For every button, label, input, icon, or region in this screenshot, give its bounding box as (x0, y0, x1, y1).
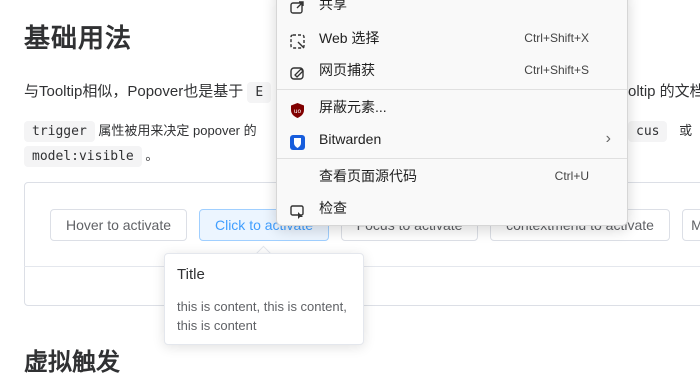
menu-item-shortcut: Ctrl+Shift+X (524, 31, 589, 45)
menu-item-label: 检查 (319, 200, 347, 216)
share-icon (289, 0, 306, 14)
menu-item-label: 屏蔽元素... (319, 99, 387, 115)
chevron-right-icon: › (605, 130, 611, 147)
model-visible-code: model:visible (24, 146, 142, 167)
popover: Title this is content, this is content, … (164, 253, 364, 345)
svg-text:uo: uo (294, 108, 302, 115)
web-select-icon (289, 30, 306, 49)
trigger-code: trigger (24, 121, 95, 142)
menu-item-label: 网页捕获 (319, 62, 375, 78)
menu-item-inspect[interactable]: 检查 (277, 193, 627, 223)
popover-title: Title (177, 266, 205, 283)
popover-content: this is content, this is content, this i… (177, 299, 347, 333)
menu-item-web-select[interactable]: Web 选择 Ctrl+Shift+X (277, 23, 627, 53)
menu-item-web-capture[interactable]: 网页捕获 Ctrl+Shift+S (277, 55, 627, 85)
bitwarden-icon (289, 131, 306, 150)
inline-code: E (247, 82, 272, 103)
trigger-paragraph: trigger 属性被用来决定 popover 的 (24, 120, 257, 142)
hover-activate-button[interactable]: Hover to activate (50, 209, 187, 241)
or-text: 或 (679, 123, 693, 138)
intro-text: 与Tooltip相似，Popover也是基于 (24, 83, 244, 100)
menu-item-block-element[interactable]: uo 屏蔽元素... (277, 92, 627, 122)
menu-item-shortcut: Ctrl+U (554, 169, 589, 183)
section-heading: 基础用法 (24, 23, 133, 53)
focus-code: cus (628, 121, 668, 142)
menu-separator (277, 158, 627, 159)
menu-item-label: 共享 (319, 0, 347, 12)
intro-paragraph: 与Tooltip相似，Popover也是基于 E (24, 80, 272, 103)
menu-item-label: Web 选择 (319, 30, 380, 46)
web-capture-icon (289, 62, 306, 80)
menu-item-label: Bitwarden (319, 131, 382, 147)
menu-item-view-source[interactable]: 查看页面源代码 Ctrl+U (277, 161, 627, 191)
menu-item-share[interactable]: 共享 (277, 0, 627, 19)
menu-item-bitwarden[interactable]: Bitwarden › (277, 124, 627, 154)
intro-paragraph-tail: oltip 的文档 (628, 83, 700, 100)
trigger-text: 属性被用来决定 popover 的 (98, 123, 257, 138)
context-menu: 共享 Web 选择 Ctrl+Shift+X 网页捕获 Ctrl+Shift+S… (276, 0, 628, 226)
period-text: 。 (145, 148, 159, 163)
menu-item-label: 查看页面源代码 (319, 168, 417, 184)
inspect-icon (289, 200, 306, 219)
menu-separator (277, 89, 627, 90)
trigger-paragraph-tail: cus 或 c (628, 120, 700, 142)
ublock-icon: uo (289, 99, 306, 118)
manual-activate-button[interactable]: M (682, 209, 700, 241)
menu-item-shortcut: Ctrl+Shift+S (524, 63, 589, 77)
trigger-paragraph-line2: model:visible 。 (24, 145, 159, 167)
